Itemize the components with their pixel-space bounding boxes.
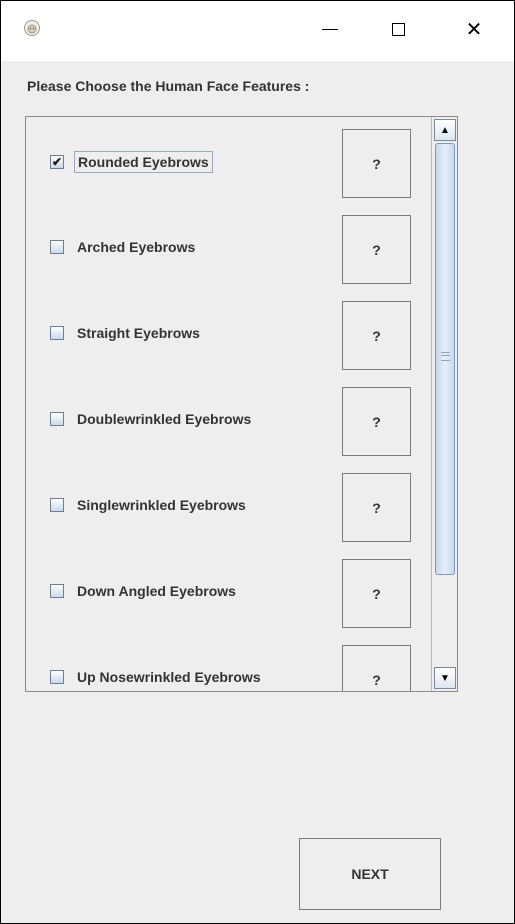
- arrow-down-icon: ▼: [440, 672, 450, 684]
- feature-help-button[interactable]: ?: [342, 559, 411, 628]
- feature-help-button[interactable]: ?: [342, 129, 411, 198]
- feature-checkbox[interactable]: [50, 326, 64, 340]
- scroll-up-button[interactable]: ▲: [434, 119, 456, 141]
- feature-row: ✔ Rounded Eyebrows?: [26, 117, 431, 203]
- feature-checkbox-option[interactable]: Down Angled Eyebrows: [50, 581, 239, 601]
- feature-help-button[interactable]: ?: [342, 645, 411, 691]
- feature-help-button[interactable]: ?: [342, 301, 411, 370]
- app-window: ✕ Please Choose the Human Face Features …: [0, 0, 515, 924]
- feature-help-button[interactable]: ?: [342, 215, 411, 284]
- feature-checkbox[interactable]: [50, 240, 64, 254]
- feature-checkbox[interactable]: [50, 584, 64, 598]
- feature-row: Up Nosewrinkled Eyebrows?: [26, 633, 431, 691]
- feature-checkbox-option[interactable]: Arched Eyebrows: [50, 237, 198, 257]
- feature-row: Singlewrinkled Eyebrows?: [26, 461, 431, 547]
- next-button[interactable]: NEXT: [299, 838, 441, 910]
- feature-label[interactable]: Straight Eyebrows: [74, 323, 203, 343]
- scroll-down-button[interactable]: ▼: [434, 667, 456, 689]
- feature-label[interactable]: Rounded Eyebrows: [74, 151, 213, 173]
- prompt-label: Please Choose the Human Face Features :: [27, 78, 310, 94]
- feature-label[interactable]: Doublewrinkled Eyebrows: [74, 409, 254, 429]
- feature-checkbox[interactable]: ✔: [50, 155, 64, 169]
- feature-checkbox[interactable]: [50, 670, 64, 684]
- maximize-icon: [391, 22, 405, 36]
- feature-checkbox-option[interactable]: Straight Eyebrows: [50, 323, 203, 343]
- feature-checkbox[interactable]: [50, 412, 64, 426]
- feature-row: Down Angled Eyebrows?: [26, 547, 431, 633]
- scroll-thumb[interactable]: [435, 143, 455, 575]
- feature-row: Straight Eyebrows?: [26, 289, 431, 375]
- arrow-up-icon: ▲: [440, 124, 450, 136]
- grip-icon: [441, 352, 450, 361]
- feature-label[interactable]: Up Nosewrinkled Eyebrows: [74, 667, 264, 687]
- feature-row: Doublewrinkled Eyebrows?: [26, 375, 431, 461]
- feature-checkbox-option[interactable]: Singlewrinkled Eyebrows: [50, 495, 249, 515]
- feature-checkbox-option[interactable]: ✔ Rounded Eyebrows: [50, 151, 213, 173]
- feature-label[interactable]: Down Angled Eyebrows: [74, 581, 239, 601]
- feature-help-button[interactable]: ?: [342, 387, 411, 456]
- feature-checkbox-option[interactable]: Doublewrinkled Eyebrows: [50, 409, 254, 429]
- lion-head-icon: [24, 20, 40, 36]
- minimize-button[interactable]: [307, 11, 353, 47]
- title-bar[interactable]: ✕: [1, 1, 514, 61]
- vertical-scrollbar[interactable]: ▲ ▼: [431, 117, 457, 691]
- feature-checkbox[interactable]: [50, 498, 64, 512]
- close-icon: ✕: [465, 18, 483, 41]
- feature-row: Arched Eyebrows?: [26, 203, 431, 289]
- maximize-button[interactable]: [375, 11, 421, 47]
- feature-help-button[interactable]: ?: [342, 473, 411, 542]
- checkmark-icon: ✔: [51, 155, 63, 169]
- feature-label[interactable]: Arched Eyebrows: [74, 237, 198, 257]
- close-button[interactable]: ✕: [451, 11, 497, 47]
- feature-list-panel: ✔ Rounded Eyebrows? Arched Eyebrows? Straig…: [25, 116, 458, 692]
- feature-checkbox-option[interactable]: Up Nosewrinkled Eyebrows: [50, 667, 264, 687]
- minimize-icon: [322, 28, 338, 30]
- feature-label[interactable]: Singlewrinkled Eyebrows: [74, 495, 249, 515]
